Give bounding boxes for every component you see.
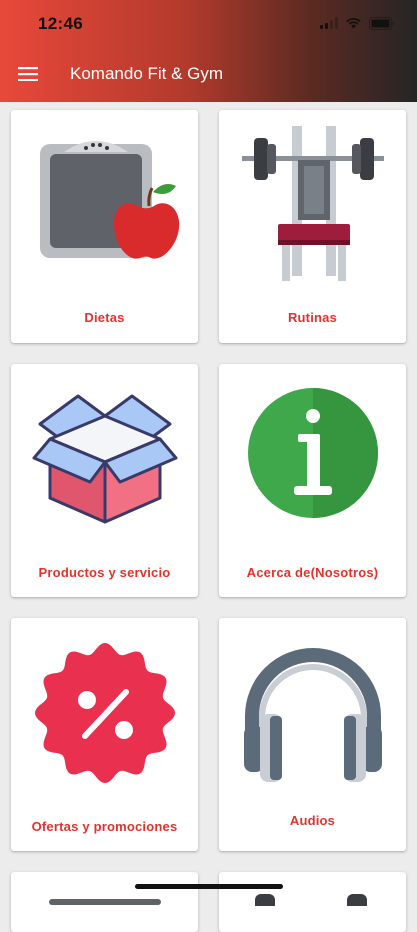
card-partial-left[interactable] xyxy=(11,872,198,932)
hamburger-menu-icon xyxy=(18,67,38,81)
card-partial-right[interactable] xyxy=(219,872,406,932)
status-time: 12:46 xyxy=(38,14,83,33)
app-bar: 12:46 Komando Fit & Gym xyxy=(0,0,417,102)
weight-bench-icon xyxy=(241,126,384,281)
partial-icon-right-a xyxy=(255,894,275,906)
signal-icon xyxy=(320,17,338,29)
status-icons xyxy=(320,14,395,32)
app-title: Komando Fit & Gym xyxy=(70,64,224,83)
discount-badge-icon xyxy=(34,643,175,783)
card-acerca[interactable]: Acerca de(Nosotros) xyxy=(219,364,406,597)
card-acerca-label: Acerca de(Nosotros) xyxy=(246,565,379,580)
menu-button[interactable] xyxy=(16,62,40,86)
wifi-icon xyxy=(346,18,361,29)
info-icon xyxy=(247,388,378,518)
headphones-icon xyxy=(243,648,382,782)
card-audios[interactable]: Audios xyxy=(219,618,406,851)
card-rutinas-label: Rutinas xyxy=(287,310,338,325)
card-rutinas[interactable]: Rutinas xyxy=(219,110,406,343)
home-indicator xyxy=(135,884,283,889)
card-audios-label: Audios xyxy=(289,813,336,828)
open-box-icon xyxy=(32,394,177,524)
partial-icon-right-b xyxy=(347,894,367,906)
card-dietas[interactable]: Dietas xyxy=(11,110,198,343)
scale-apple-icon xyxy=(39,141,179,259)
card-ofertas[interactable]: Ofertas y promociones xyxy=(11,618,198,851)
card-ofertas-label: Ofertas y promociones xyxy=(31,819,178,834)
card-dietas-label: Dietas xyxy=(84,310,125,325)
card-productos[interactable]: Productos y servicio xyxy=(11,364,198,597)
card-productos-label: Productos y servicio xyxy=(38,565,171,580)
battery-icon xyxy=(369,16,394,30)
